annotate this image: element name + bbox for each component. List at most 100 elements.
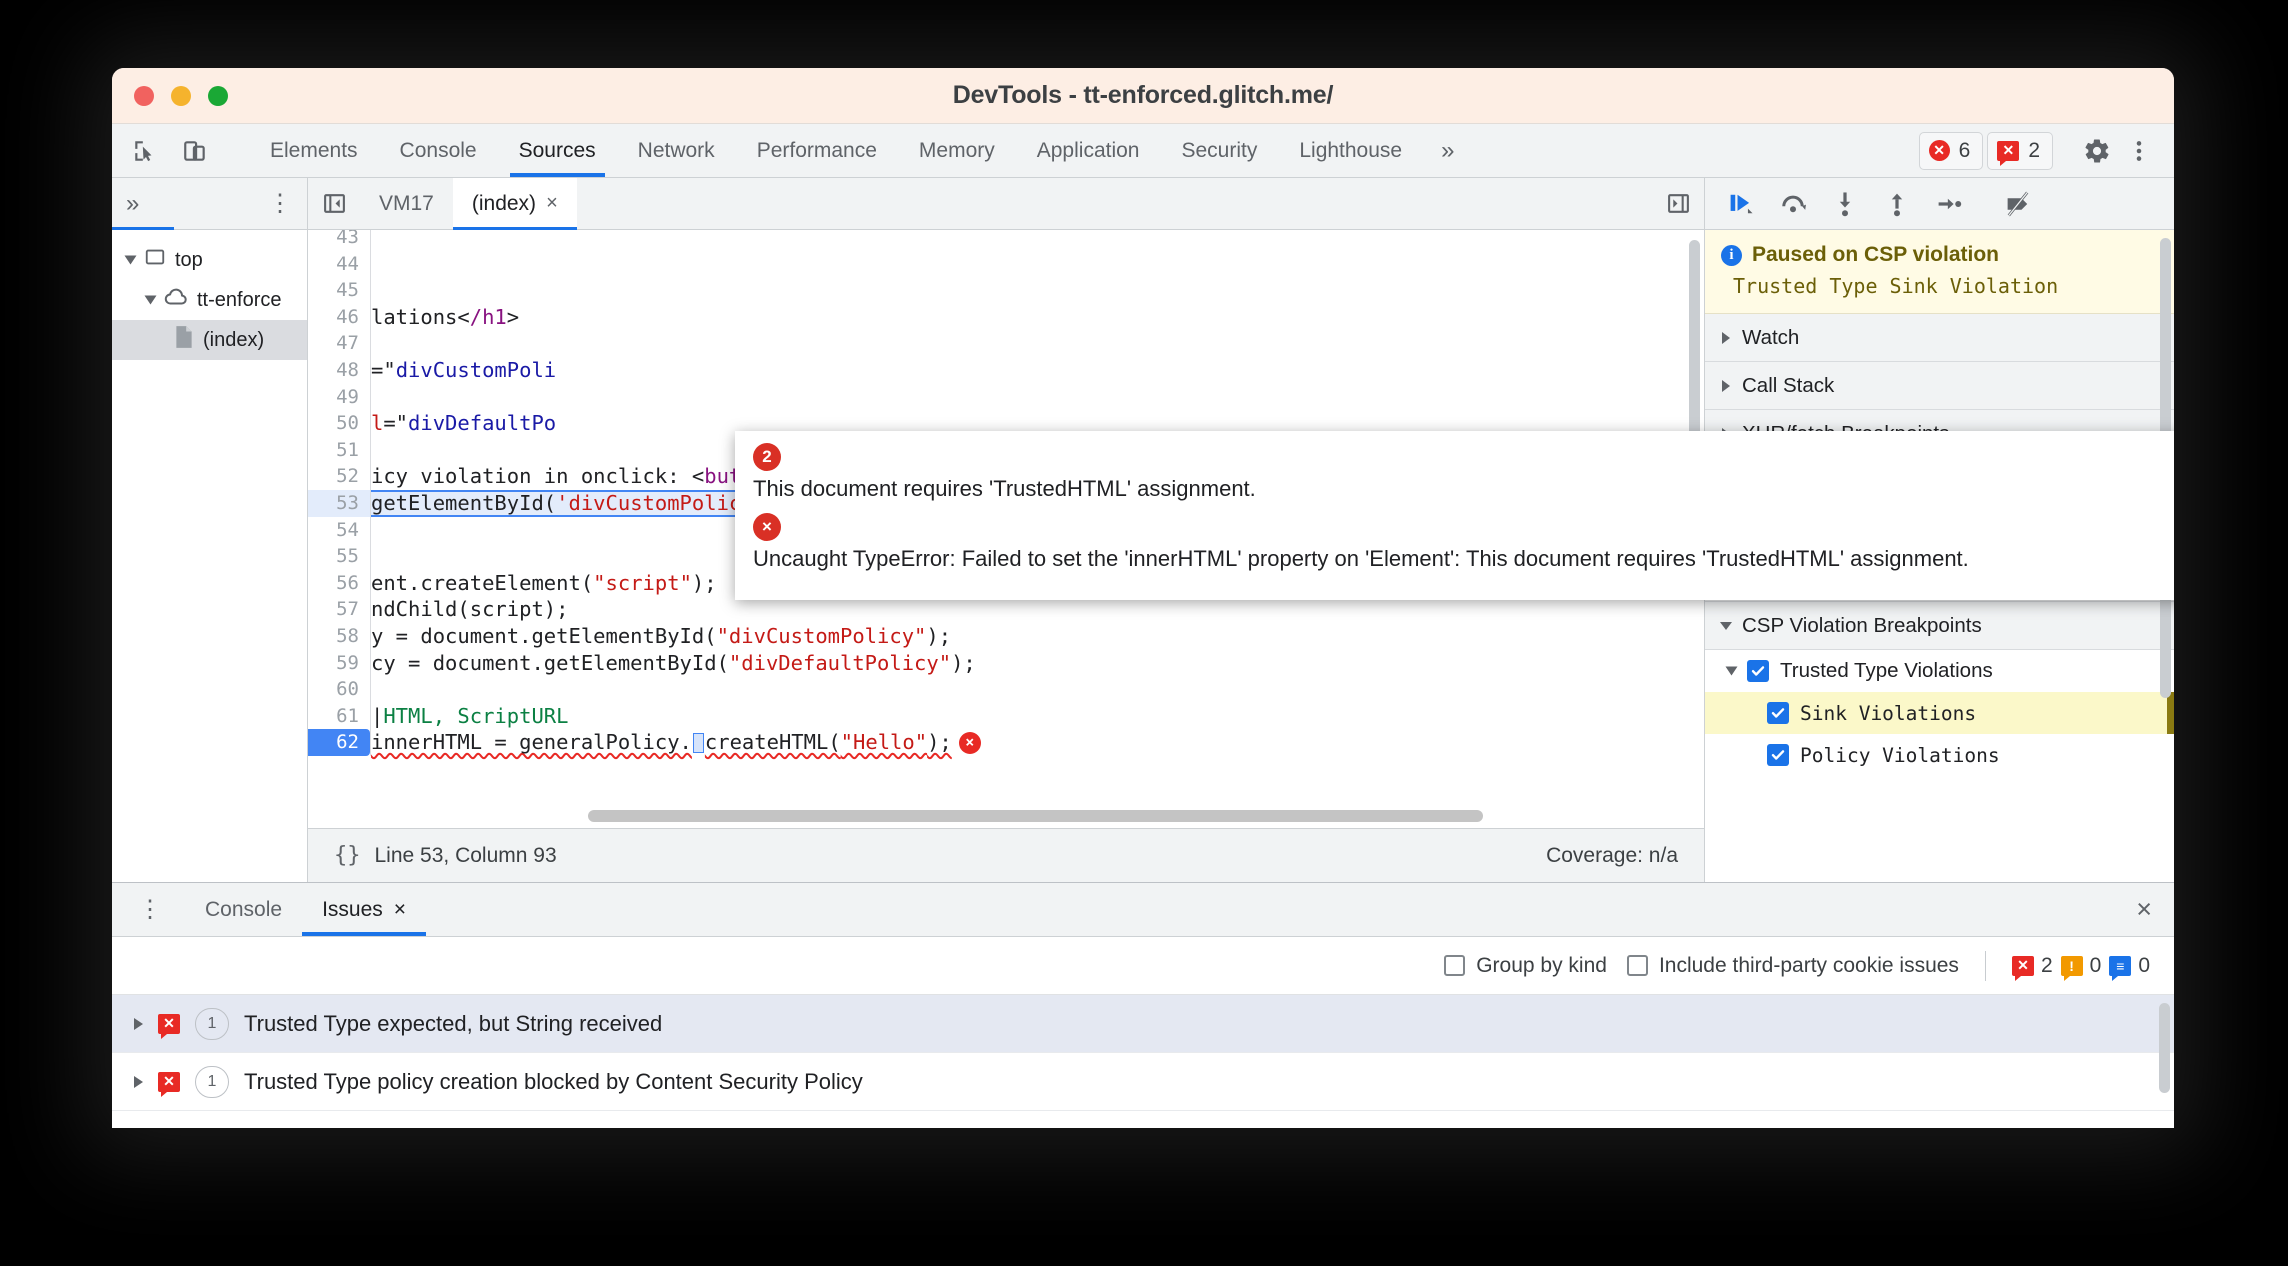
chevron-right-icon[interactable] bbox=[1722, 331, 1730, 344]
code-line[interactable]: 58 y = document.getElementById("divCustom… bbox=[308, 622, 1704, 650]
line-number[interactable]: 49 bbox=[308, 384, 370, 411]
resume-icon[interactable] bbox=[1719, 184, 1763, 224]
code-line[interactable]: 44 bbox=[308, 250, 1704, 278]
line-number[interactable]: 55 bbox=[308, 543, 370, 570]
line-number[interactable]: 57 bbox=[308, 596, 370, 623]
checkbox-checked-icon[interactable] bbox=[1767, 702, 1789, 724]
chevron-down-icon[interactable] bbox=[1725, 666, 1738, 676]
chevron-down-icon[interactable] bbox=[1720, 621, 1732, 630]
close-icon[interactable]: × bbox=[394, 898, 406, 922]
tab-application[interactable]: Application bbox=[1016, 124, 1161, 177]
pretty-print-icon[interactable]: {} bbox=[334, 843, 361, 868]
step-over-icon[interactable] bbox=[1771, 184, 1815, 224]
debugger-section-watch[interactable]: Watch bbox=[1705, 314, 2174, 362]
tab-performance[interactable]: Performance bbox=[736, 124, 898, 177]
navigator-more-chevron-icon[interactable]: » bbox=[126, 190, 139, 218]
code-line[interactable]: 43 bbox=[308, 230, 1704, 251]
tab-security[interactable]: Security bbox=[1160, 124, 1278, 177]
group-by-kind-checkbox[interactable]: Group by kind bbox=[1444, 954, 1607, 978]
breakpoint-row-policy-violations[interactable]: Policy Violations bbox=[1705, 734, 2174, 776]
inline-error-icon[interactable]: × bbox=[958, 731, 981, 754]
show-navigator-icon[interactable] bbox=[308, 178, 360, 229]
close-drawer-button[interactable]: × bbox=[2114, 883, 2174, 936]
chevron-right-icon[interactable] bbox=[134, 1017, 143, 1030]
show-debugger-icon[interactable] bbox=[1652, 178, 1704, 229]
checkbox-box[interactable] bbox=[1444, 955, 1466, 976]
issue-row[interactable]: ✕ 1 Trusted Type expected, but String rece… bbox=[112, 995, 2174, 1053]
code-line[interactable]: 47 bbox=[308, 330, 1704, 357]
more-tabs-chevron-icon[interactable]: » bbox=[1423, 124, 1472, 177]
chevron-down-icon[interactable] bbox=[144, 295, 157, 305]
chevron-right-icon[interactable] bbox=[1722, 379, 1730, 392]
tab-memory[interactable]: Memory bbox=[898, 124, 1016, 177]
code-line[interactable]: 62 innerHTML = generalPolicy. createHTML("… bbox=[308, 729, 1704, 756]
include-third-party-cookies-checkbox[interactable]: Include third-party cookie issues bbox=[1626, 954, 1959, 978]
debugger-section-call-stack[interactable]: Call Stack bbox=[1705, 362, 2174, 410]
line-number[interactable]: 50 bbox=[308, 410, 370, 437]
line-number[interactable]: 52 bbox=[308, 463, 370, 490]
tab-lighthouse[interactable]: Lighthouse bbox=[1278, 124, 1423, 177]
gear-icon[interactable] bbox=[2078, 132, 2116, 170]
editor-tab-vm17[interactable]: VM17 bbox=[360, 178, 453, 229]
line-number[interactable]: 54 bbox=[308, 517, 370, 544]
line-number[interactable]: 59 bbox=[308, 650, 370, 677]
tab-network[interactable]: Network bbox=[617, 124, 736, 177]
line-number[interactable]: 58 bbox=[308, 623, 370, 650]
tree-item-domain[interactable]: tt-enforce bbox=[112, 280, 307, 320]
deactivate-breakpoints-icon[interactable] bbox=[1996, 184, 2040, 224]
checkbox-checked-icon[interactable] bbox=[1767, 744, 1789, 766]
inspect-element-icon[interactable] bbox=[126, 132, 164, 170]
step-into-icon[interactable] bbox=[1823, 184, 1867, 224]
editor-tab-index[interactable]: (index) × bbox=[452, 178, 577, 230]
line-number[interactable]: 53 bbox=[308, 490, 370, 517]
line-number[interactable]: 44 bbox=[308, 251, 370, 278]
issue-row[interactable]: ✕ 1 Trusted Type policy creation blocked b… bbox=[112, 1053, 2174, 1111]
kebab-menu-icon[interactable] bbox=[2120, 132, 2158, 170]
line-number[interactable]: 56 bbox=[308, 570, 370, 597]
line-number[interactable]: 51 bbox=[308, 437, 370, 464]
code-line[interactable]: 46 lations</h1 > bbox=[308, 303, 1704, 331]
line-number[interactable]: 43 bbox=[308, 230, 370, 251]
code-line[interactable]: 61 | HTML, ScriptURL bbox=[308, 702, 1704, 730]
tab-elements[interactable]: Elements bbox=[249, 124, 379, 177]
close-icon[interactable]: × bbox=[546, 192, 558, 215]
chevron-right-icon[interactable] bbox=[134, 1075, 143, 1088]
line-number[interactable]: 61 bbox=[308, 703, 370, 730]
checkbox-box[interactable] bbox=[1626, 955, 1648, 976]
tree-item-index[interactable]: (index) bbox=[112, 320, 307, 360]
drawer-tab-issues[interactable]: Issues × bbox=[302, 883, 427, 936]
breakpoint-row-sink-violations[interactable]: Sink Violations bbox=[1705, 692, 2174, 734]
step-icon[interactable] bbox=[1927, 184, 1971, 224]
step-out-icon[interactable] bbox=[1875, 184, 1919, 224]
tree-item-top[interactable]: top bbox=[112, 240, 307, 280]
debugger-section-csp-violation-breakpoints[interactable]: CSP Violation Breakpoints bbox=[1705, 602, 2174, 650]
breakpoint-row-trusted-type-violations[interactable]: Trusted Type Violations bbox=[1705, 650, 2174, 692]
issues-count-button[interactable]: ✕ 2 bbox=[1987, 131, 2053, 170]
navigator-kebab-menu-icon[interactable]: ⋮ bbox=[268, 189, 293, 218]
close-window-button[interactable] bbox=[134, 85, 154, 106]
code-line[interactable]: 60 bbox=[308, 676, 1704, 703]
editor-horizontal-scrollbar[interactable] bbox=[588, 810, 1483, 822]
chevron-down-icon[interactable] bbox=[124, 255, 137, 265]
issues-vertical-scrollbar[interactable] bbox=[2159, 1003, 2170, 1093]
tab-sources[interactable]: Sources bbox=[498, 124, 617, 177]
checkbox-checked-icon[interactable] bbox=[1747, 660, 1769, 682]
line-number[interactable]: 48 bbox=[308, 357, 370, 384]
console-error-count-button[interactable]: ✕ 6 bbox=[1918, 131, 1984, 170]
code-line[interactable]: 59 cy = document.getElementById("divDefau… bbox=[308, 649, 1704, 677]
line-number[interactable]: 45 bbox=[308, 277, 370, 304]
breakpoint-marker[interactable]: 62 bbox=[308, 729, 370, 756]
tab-console[interactable]: Console bbox=[379, 124, 498, 177]
window-traffic-lights[interactable] bbox=[134, 85, 228, 106]
minimize-window-button[interactable] bbox=[171, 85, 191, 106]
drawer-tab-console[interactable]: Console bbox=[185, 883, 302, 936]
line-number[interactable]: 47 bbox=[308, 330, 370, 357]
code-line[interactable]: 45 bbox=[308, 277, 1704, 304]
maximize-window-button[interactable] bbox=[208, 85, 228, 106]
device-toolbar-icon[interactable] bbox=[176, 132, 214, 170]
drawer-kebab-menu-icon[interactable]: ⋮ bbox=[112, 883, 185, 936]
code-line[interactable]: 48 =" divCustomPoli bbox=[308, 356, 1704, 384]
line-number[interactable]: 46 bbox=[308, 304, 370, 331]
code-line[interactable]: 49 bbox=[308, 383, 1704, 411]
line-number[interactable]: 60 bbox=[308, 676, 370, 703]
